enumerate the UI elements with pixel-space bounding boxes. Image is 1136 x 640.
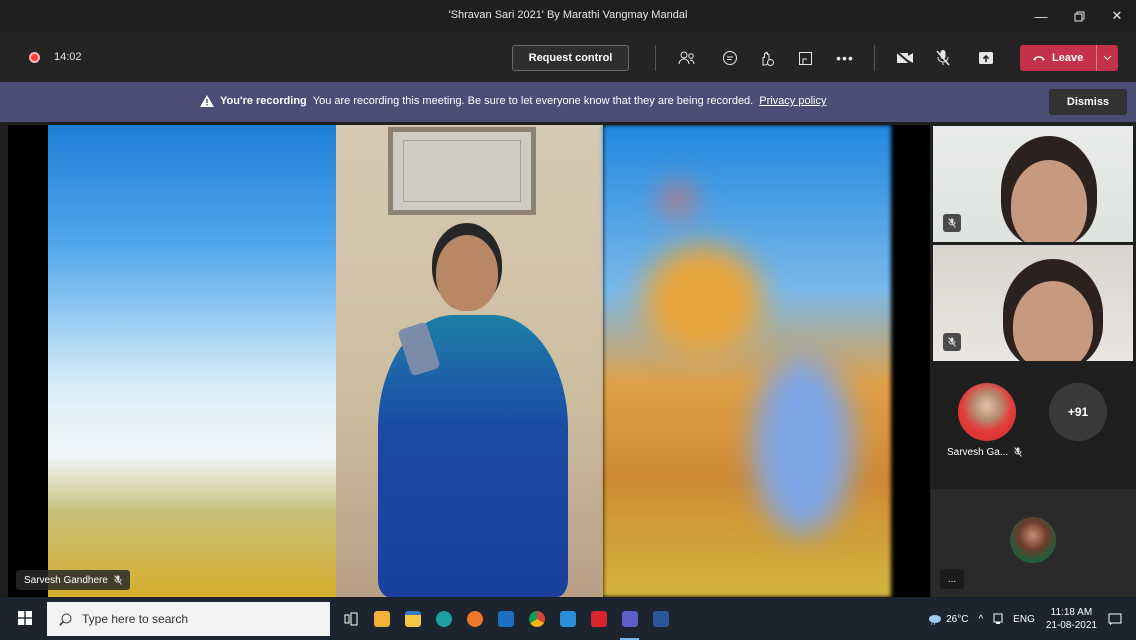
notifications-icon[interactable] [1103, 613, 1136, 626]
avatar-row: +91 Sarvesh Ga... [931, 365, 1136, 485]
speaker-name: Sarvesh Gandhere [24, 574, 108, 586]
windows-start-icon[interactable] [18, 611, 32, 630]
teams-icon[interactable] [614, 598, 645, 640]
hangup-icon [1033, 56, 1045, 61]
speaker-room [336, 125, 603, 597]
blur-blob [663, 185, 693, 215]
camera-off-icon[interactable] [893, 46, 917, 70]
minimize-icon[interactable]: — [1022, 0, 1060, 32]
self-view-more-button[interactable]: ... [940, 569, 964, 589]
search-icon [59, 613, 72, 626]
meeting-timer: 14:02 [54, 51, 82, 63]
window-title: 'Shravan Sari 2021' By Marathi Vangmay M… [448, 9, 688, 21]
search-placeholder: Type here to search [82, 612, 189, 626]
participant-avatar[interactable] [958, 383, 1016, 441]
blur-blob [753, 355, 853, 535]
toolbar-divider [655, 45, 656, 71]
taskbar-search[interactable]: Type here to search [47, 602, 330, 636]
recording-indicator-icon [29, 52, 40, 63]
leave-label: Leave [1052, 52, 1084, 64]
recording-message: You're recording You are recording this … [200, 95, 826, 107]
avatar-name-tag: Sarvesh Ga... [947, 447, 1023, 458]
lync-icon[interactable] [552, 598, 583, 640]
window-controls: — ✕ [1022, 0, 1136, 32]
firefox-icon[interactable] [459, 598, 490, 640]
mic-muted-icon [943, 333, 961, 351]
participants-panel: +91 Sarvesh Ga... ... [931, 125, 1136, 597]
clock-time: 11:18 AM [1050, 607, 1093, 618]
main-video-stage: Sarvesh Gandhere [8, 125, 930, 597]
wall-frame [388, 127, 536, 215]
mic-muted-icon [943, 214, 961, 232]
participant-face [1011, 160, 1087, 242]
mic-muted-icon [114, 575, 122, 585]
self-view-tile: ... [931, 489, 1136, 597]
avatar-name: Sarvesh Ga... [947, 447, 1009, 458]
blur-blob [643, 245, 763, 355]
speaker-name-tag: Sarvesh Gandhere [16, 570, 130, 590]
self-avatar [1010, 517, 1056, 563]
network-icon[interactable] [988, 613, 1008, 625]
reactions-icon[interactable] [754, 46, 778, 70]
weather-widget[interactable]: 26°C [921, 613, 973, 625]
speaker-video [48, 125, 891, 597]
mic-muted-icon [1014, 447, 1023, 457]
recording-text: You are recording this meeting. Be sure … [312, 95, 754, 107]
temperature: 26°C [946, 613, 969, 625]
close-icon[interactable]: ✕ [1098, 0, 1136, 32]
chat-icon[interactable] [718, 46, 742, 70]
store-icon[interactable] [366, 598, 397, 640]
windows-taskbar: Type here to search 26°C ^ ENG 11:18 AM … [0, 598, 1136, 640]
taskbar-apps [335, 598, 676, 640]
language-indicator[interactable]: ENG [1008, 614, 1040, 625]
app-red-icon[interactable] [583, 598, 614, 640]
leave-options-chevron-icon[interactable] [1096, 45, 1118, 71]
participants-icon[interactable] [675, 46, 699, 70]
share-screen-icon[interactable] [974, 46, 998, 70]
video-background-sky [48, 125, 336, 597]
task-view-icon[interactable] [335, 598, 366, 640]
title-bar: 'Shravan Sari 2021' By Marathi Vangmay M… [0, 0, 1136, 32]
chrome-icon[interactable] [521, 598, 552, 640]
meeting-toolbar: 14:02 Request control ••• Leave [0, 32, 1136, 82]
participant-face [1013, 281, 1093, 361]
more-participants-button[interactable]: +91 [1049, 383, 1107, 441]
recording-banner: You're recording You are recording this … [0, 82, 1136, 122]
restore-icon[interactable] [1060, 0, 1098, 32]
participant-tile[interactable] [933, 126, 1133, 242]
more-options-icon[interactable]: ••• [833, 46, 857, 70]
show-hidden-icons-chevron-icon[interactable]: ^ [973, 614, 988, 625]
request-control-button[interactable]: Request control [512, 45, 629, 71]
dismiss-button[interactable]: Dismiss [1049, 89, 1127, 115]
mic-off-icon[interactable] [931, 46, 955, 70]
mail-icon[interactable] [490, 598, 521, 640]
leave-main[interactable]: Leave [1020, 45, 1096, 71]
taskbar-clock[interactable]: 11:18 AM 21-08-2021 [1040, 606, 1103, 632]
privacy-policy-link[interactable]: Privacy policy [759, 95, 826, 107]
speaker-head [436, 235, 498, 311]
leave-button[interactable]: Leave [1020, 45, 1118, 71]
recording-title: You're recording [220, 95, 307, 107]
system-tray: 26°C ^ ENG 11:18 AM 21-08-2021 [921, 598, 1136, 640]
video-background-painting [603, 125, 891, 597]
warning-icon [200, 95, 214, 107]
clock-date: 21-08-2021 [1045, 620, 1097, 631]
participant-tile[interactable] [933, 245, 1133, 361]
word-icon[interactable] [645, 598, 676, 640]
weather-icon [929, 615, 942, 625]
file-explorer-icon[interactable] [397, 598, 428, 640]
toolbar-divider [874, 45, 875, 71]
edge-icon[interactable] [428, 598, 459, 640]
rooms-icon[interactable] [793, 46, 817, 70]
